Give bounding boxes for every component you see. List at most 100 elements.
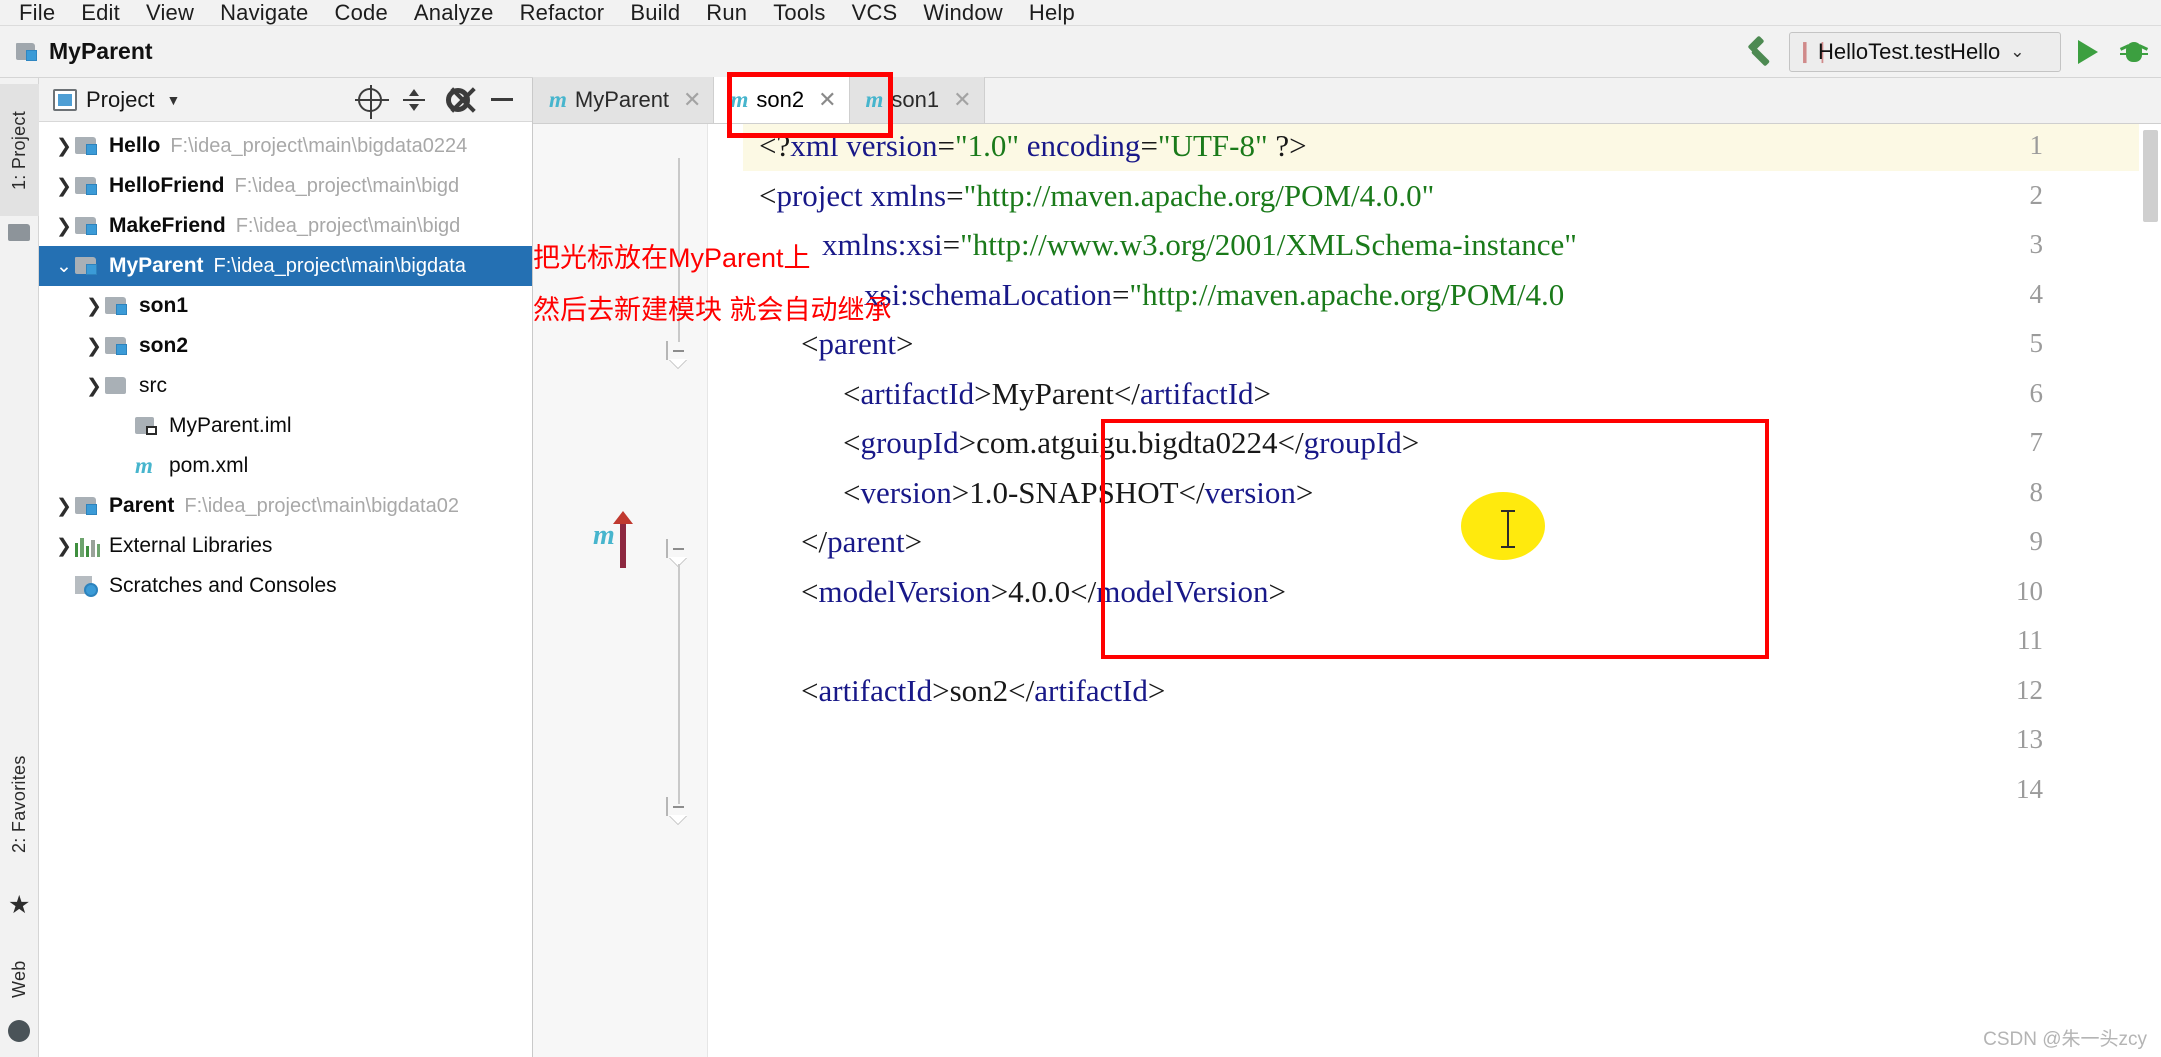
text-cursor-icon [1501,510,1515,548]
menu-item-tools[interactable]: Tools [760,0,838,26]
code-line-5[interactable]: <parent> [801,322,913,366]
tree-item-hello[interactable]: ❯ Hello F:\idea_project\main\bigdata0224 [39,126,532,166]
tree-item-label: pom.xml [169,454,249,477]
tree-item-makefriend[interactable]: ❯ MakeFriend F:\idea_project\main\bigd [39,206,532,246]
tree-toggle-arrow-icon[interactable]: ❯ [53,175,75,198]
tree-item-label: son2 [139,334,189,357]
code-line-1[interactable]: <?xml version="1.0" encoding="UTF-8" ?> [759,124,1307,168]
tree-toggle-arrow-icon[interactable]: ⌄ [53,255,75,278]
code-line-4[interactable]: xsi:schemaLocation="http://maven.apache.… [864,273,1564,317]
tree-item-path: F:\idea_project\main\bigdata02 [184,494,459,517]
sidebar-item-web[interactable]: Web [0,946,39,1012]
menu-item-window[interactable]: Window [910,0,1015,26]
run-configuration-selector[interactable]: ❙❘ HelloTest.testHello ⌄ [1789,31,2061,72]
scrollbar-thumb[interactable] [2143,130,2158,222]
menu-item-view[interactable]: View [133,0,207,26]
module-folder-icon [75,175,101,197]
module-folder-icon [75,255,101,277]
tree-item-son1[interactable]: ❯ son1 [39,286,532,326]
run-config-label: HelloTest.testHello [1818,38,2001,64]
menu-item-vcs[interactable]: VCS [839,0,911,26]
code-content[interactable]: <?xml version="1.0" encoding="UTF-8" ?> <… [743,124,2161,1057]
fold-guide-line [678,564,680,804]
tree-item-external-libraries[interactable]: ❯ External Libraries [39,526,532,566]
settings-gear-icon[interactable] [436,80,480,120]
menu-item-navigate[interactable]: Navigate [207,0,321,26]
menu-bar: File Edit View Navigate Code Analyze Ref… [0,0,2161,26]
code-line-12[interactable]: <artifactId>son2</artifactId> [801,669,1165,713]
scratches-icon [75,575,101,597]
tree-toggle-arrow-icon[interactable]: ❯ [53,535,75,558]
tree-item-label: Hello [109,134,161,157]
tree-toggle-arrow-icon[interactable]: ❯ [53,495,75,518]
tree-item-scratches-and-consoles[interactable]: Scratches and Consoles [39,566,532,606]
sidebar-item-project[interactable]: 1: Project [0,84,39,216]
fold-marker-line2[interactable] [666,341,692,368]
maven-pom-icon: m [135,453,153,478]
menu-item-file[interactable]: File [6,0,68,26]
fold-marker-line5[interactable] [666,539,692,566]
plain-folder-icon [105,375,131,397]
code-line-6[interactable]: <artifactId>MyParent</artifactId> [843,372,1271,416]
hide-minus-icon[interactable] [480,80,524,120]
module-folder-icon [75,135,101,157]
chevron-down-icon[interactable]: ⌄ [2010,42,2024,62]
code-line-8[interactable]: <version>1.0-SNAPSHOT</version> [843,471,1313,515]
menu-item-build[interactable]: Build [617,0,693,26]
collapse-all-icon[interactable] [392,80,436,120]
tree-toggle-arrow-icon[interactable]: ❯ [83,375,105,398]
editor-scrollbar[interactable] [2139,124,2161,1057]
module-folder-icon [16,41,40,63]
tree-toggle-arrow-icon[interactable]: ❯ [83,295,105,318]
globe-icon [8,1020,31,1043]
menu-item-refactor[interactable]: Refactor [507,0,618,26]
tab-myparent[interactable]: m MyParent ✕ [533,77,715,123]
maven-m-icon[interactable]: m [593,520,615,552]
project-tool-window: Project ▼ ❯ Hello F:\idea_project\main\big… [39,78,533,1057]
locate-target-icon[interactable] [348,80,392,120]
menu-item-run[interactable]: Run [693,0,760,26]
tab-son2[interactable]: m son2 ✕ [714,77,850,123]
tree-item-pom-xml[interactable]: m pom.xml [39,446,532,486]
tree-item-path: F:\idea_project\main\bigdata [213,254,466,277]
toolbar-right: ❙❘ HelloTest.testHello ⌄ [1739,31,2161,72]
tree-item-label: External Libraries [109,534,273,557]
code-line-7[interactable]: <groupId>com.atguigu.bigdta0224</groupId… [843,421,1419,465]
project-tree: ❯ Hello F:\idea_project\main\bigdata0224 ❯ H… [39,122,532,606]
page-title: MyParent [49,38,153,64]
parent-inherit-arrow-icon[interactable] [613,511,633,568]
tree-toggle-arrow-icon[interactable]: ❯ [83,335,105,358]
menu-item-analyze[interactable]: Analyze [401,0,507,26]
code-line-10[interactable]: <modelVersion>4.0.0</modelVersion> [801,570,1286,614]
debug-bug-icon[interactable] [2111,32,2157,72]
run-play-icon[interactable] [2065,32,2111,72]
tree-toggle-arrow-icon[interactable]: ❯ [53,215,75,238]
maven-m-icon: m [730,87,749,112]
tab-son1[interactable]: m son1 ✕ [849,77,985,123]
menu-item-code[interactable]: Code [322,0,401,26]
code-line-9[interactable]: </parent> [801,520,922,564]
tree-item-hellofriend[interactable]: ❯ HelloFriend F:\idea_project\main\bigd [39,166,532,206]
menu-item-help[interactable]: Help [1016,0,1088,26]
module-folder-icon [75,495,101,517]
close-icon[interactable]: ✕ [818,87,836,113]
close-icon[interactable]: ✕ [953,87,971,113]
tree-item-parent[interactable]: ❯ Parent F:\idea_project\main\bigdata02 [39,486,532,526]
tree-item-src[interactable]: ❯ src [39,366,532,406]
watermark: CSDN @朱一头zcy [1983,1029,2147,1050]
tree-item-myparent[interactable]: ⌄ MyParent F:\idea_project\main\bigdata [39,246,532,286]
project-panel-header: Project ▼ [39,78,532,122]
build-hammer-icon[interactable] [1739,32,1785,72]
menu-item-edit[interactable]: Edit [68,0,133,26]
tree-item-son2[interactable]: ❯ son2 [39,326,532,366]
star-icon: ★ [8,891,31,919]
chevron-down-icon[interactable]: ▼ [166,92,180,108]
tree-toggle-arrow-icon[interactable]: ❯ [53,135,75,158]
breadcrumb[interactable]: MyParent [0,38,153,65]
tree-item-myparent-iml[interactable]: MyParent.iml [39,406,532,446]
close-icon[interactable]: ✕ [683,87,701,113]
code-line-3[interactable]: xmlns:xsi="http://www.w3.org/2001/XMLSch… [822,223,1577,267]
toolbar: MyParent ❙❘ HelloTest.testHello ⌄ [0,26,2161,78]
sidebar-item-favorites[interactable]: 2: Favorites [0,724,39,884]
code-line-2[interactable]: <project xmlns="http://maven.apache.org/… [759,174,1434,218]
